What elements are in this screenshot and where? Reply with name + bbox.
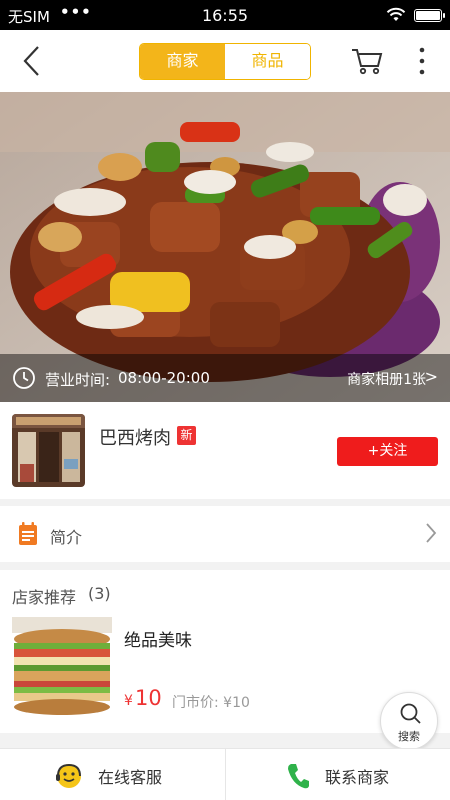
sandwich-image (12, 617, 112, 717)
top-nav-bar: 商家 商品 (0, 30, 450, 92)
follow-button[interactable]: +关注 (337, 437, 438, 466)
intro-label: 简介 (50, 528, 83, 547)
clock-time: 16:55 (201, 6, 249, 25)
clock-icon (13, 367, 35, 389)
shop-album-link[interactable]: 商家相册1张 (347, 369, 426, 389)
online-service-button[interactable]: 在线客服 (0, 749, 224, 800)
search-icon (400, 703, 421, 724)
hours-overlay-bar: 营业时间: 08:00-20:00 商家相册1张 > (0, 354, 450, 402)
search-button[interactable]: 搜索 (380, 692, 438, 750)
shopping-cart-icon[interactable] (350, 46, 384, 76)
product-thumbnail (12, 617, 112, 717)
back-arrow-icon[interactable] (18, 44, 48, 78)
more-vertical-icon[interactable] (410, 44, 434, 78)
shop-name: 巴西烤肉 (99, 428, 171, 449)
bottom-action-bar: 在线客服 联系商家 (0, 748, 450, 800)
battery-icon (414, 9, 445, 22)
shop-product-toggle: 商家 商品 (139, 43, 311, 80)
shop-avatar[interactable] (12, 414, 85, 487)
business-hours-label: 营业时间: (45, 371, 111, 389)
contact-shop-button[interactable]: 联系商家 (225, 749, 449, 800)
store-price: 门市价: ¥10 (172, 695, 250, 711)
contact-shop-label: 联系商家 (325, 768, 390, 787)
product-price: 10 (135, 686, 162, 710)
currency-symbol: ¥ (124, 693, 133, 709)
wifi-icon (386, 7, 406, 21)
tab-shop[interactable]: 商家 (140, 44, 225, 79)
chevron-right-icon: > (424, 367, 438, 386)
notepad-icon (19, 522, 37, 545)
recommendations-count: (3) (88, 584, 111, 603)
shop-info-card: 巴西烤肉 新 +关注 (0, 402, 450, 499)
status-bar: 无SIM ••• 16:55 (0, 0, 450, 30)
storefront-image (12, 414, 85, 487)
recommendations-title: 店家推荐 (12, 588, 77, 607)
new-badge: 新 (177, 426, 196, 445)
search-label: 搜索 (398, 730, 420, 743)
shop-intro-row[interactable]: 简介 (0, 506, 450, 562)
shop-hero-photo[interactable]: 营业时间: 08:00-20:00 商家相册1张 > (0, 92, 450, 402)
tab-products[interactable]: 商品 (225, 44, 310, 79)
phone-icon (288, 764, 309, 789)
business-hours-value: 08:00-20:00 (118, 369, 210, 387)
online-service-label: 在线客服 (98, 768, 163, 787)
product-name: 绝品美味 (124, 631, 192, 651)
customer-service-icon (56, 763, 81, 788)
chevron-right-icon (426, 523, 437, 543)
